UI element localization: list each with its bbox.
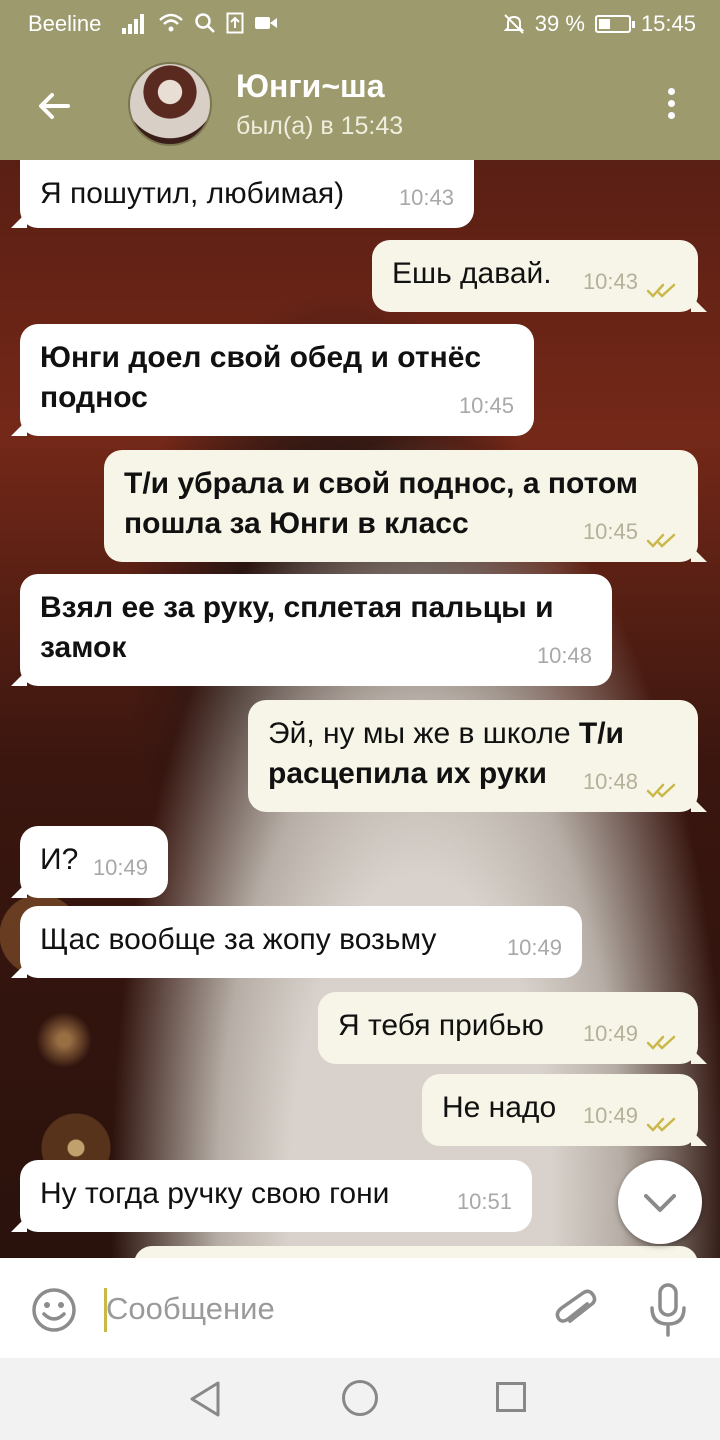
double-check-icon bbox=[646, 283, 676, 298]
message-incoming[interactable]: Я пошутил, любимая) 10:43 bbox=[11, 160, 474, 228]
more-vert-icon[interactable] bbox=[656, 84, 686, 128]
message-outgoing-partial bbox=[134, 1246, 698, 1258]
message-text: Ешь давай. bbox=[392, 257, 552, 290]
battery-percent: 39 % bbox=[534, 11, 585, 36]
emoji-icon[interactable] bbox=[30, 1286, 78, 1334]
message-text: Ну тогда ручку свою гони bbox=[40, 1177, 390, 1210]
status-bar: Beeline 39 % 15:45 bbox=[0, 0, 720, 48]
double-check-icon bbox=[646, 1035, 676, 1050]
message-time: 10:51 bbox=[456, 1189, 512, 1214]
chat-header: Юнги~ша был(а) в 15:43 bbox=[0, 48, 720, 160]
message-text: Т/и убрала и свой поднос, а потом пошла … bbox=[124, 467, 638, 540]
message-incoming[interactable]: Ну тогда ручку свою гони 10:51 bbox=[11, 1160, 532, 1232]
message-time: 10:48 bbox=[582, 769, 638, 794]
message-incoming[interactable]: Щас вообще за жопу возьму 10:49 bbox=[11, 906, 582, 978]
message-text: Юнги доел свой обед и отнёс поднос bbox=[40, 341, 482, 414]
message-outgoing[interactable]: Не надо 10:49 bbox=[422, 1074, 707, 1146]
carrier-name: Beeline bbox=[28, 11, 102, 36]
message-outgoing[interactable]: Ешь давай. 10:43 bbox=[372, 240, 707, 312]
message-text: Не надо bbox=[442, 1091, 557, 1124]
double-check-icon bbox=[646, 783, 676, 798]
back-arrow-icon[interactable] bbox=[30, 82, 78, 130]
message-text: И? bbox=[40, 843, 79, 876]
message-time: 10:49 bbox=[582, 1103, 638, 1128]
message-outgoing[interactable]: Я тебя прибью 10:49 bbox=[318, 992, 707, 1064]
message-time: 10:43 bbox=[582, 269, 638, 294]
message-time: 10:45 bbox=[582, 519, 638, 544]
message-outgoing[interactable]: Эй, ну мы же в школе Т/и расцепила их ру… bbox=[248, 700, 707, 812]
message-time: 10:49 bbox=[582, 1021, 638, 1046]
system-nav-bar bbox=[0, 1358, 720, 1440]
search-icon bbox=[195, 13, 215, 33]
chat-title[interactable]: Юнги~ша bbox=[236, 68, 384, 105]
chevron-down-icon bbox=[644, 1194, 676, 1212]
message-text: Я пошутил, любимая) bbox=[40, 177, 345, 210]
battery-icon bbox=[594, 15, 635, 33]
video-icon bbox=[255, 17, 277, 29]
message-incoming[interactable]: Взял ее за руку, сплетая пальцы и замок … bbox=[11, 574, 612, 686]
message-text: Я тебя прибью bbox=[338, 1009, 544, 1042]
double-check-icon bbox=[646, 1117, 676, 1132]
message-text: Эй, ну мы же в школе bbox=[268, 717, 571, 750]
nav-back-icon[interactable] bbox=[188, 1380, 224, 1418]
nav-home-icon[interactable] bbox=[342, 1380, 378, 1416]
message-time: 10:48 bbox=[536, 643, 592, 668]
message-incoming[interactable]: Юнги доел свой обед и отнёс поднос 10:45 bbox=[11, 324, 534, 436]
scroll-down-button[interactable] bbox=[618, 1160, 702, 1244]
upload-icon bbox=[226, 12, 244, 34]
message-text: Щас вообще за жопу возьму bbox=[40, 923, 437, 956]
mute-icon bbox=[503, 14, 525, 34]
attach-icon[interactable] bbox=[552, 1284, 600, 1336]
avatar[interactable] bbox=[128, 62, 212, 146]
signal-icon bbox=[122, 12, 148, 34]
message-time: 10:49 bbox=[506, 935, 562, 960]
message-input[interactable] bbox=[106, 1284, 526, 1334]
message-outgoing[interactable]: Т/и убрала и свой поднос, а потом пошла … bbox=[104, 450, 707, 562]
message-time: 10:49 bbox=[92, 855, 148, 880]
message-time: 10:43 bbox=[398, 185, 454, 210]
double-check-icon bbox=[646, 533, 676, 548]
message-incoming[interactable]: И? 10:49 bbox=[11, 826, 168, 898]
mic-icon[interactable] bbox=[646, 1282, 690, 1338]
message-text: Взял ее за руку, сплетая пальцы и замок bbox=[40, 591, 554, 664]
message-composer bbox=[0, 1258, 720, 1358]
nav-recents-icon[interactable] bbox=[496, 1382, 526, 1412]
wifi-icon bbox=[159, 13, 183, 32]
message-list[interactable]: Я пошутил, любимая) 10:43 Ешь давай. 10:… bbox=[0, 160, 720, 1258]
clock: 15:45 bbox=[640, 11, 696, 36]
last-seen-status: был(а) в 15:43 bbox=[236, 112, 404, 140]
message-time: 10:45 bbox=[458, 393, 514, 418]
